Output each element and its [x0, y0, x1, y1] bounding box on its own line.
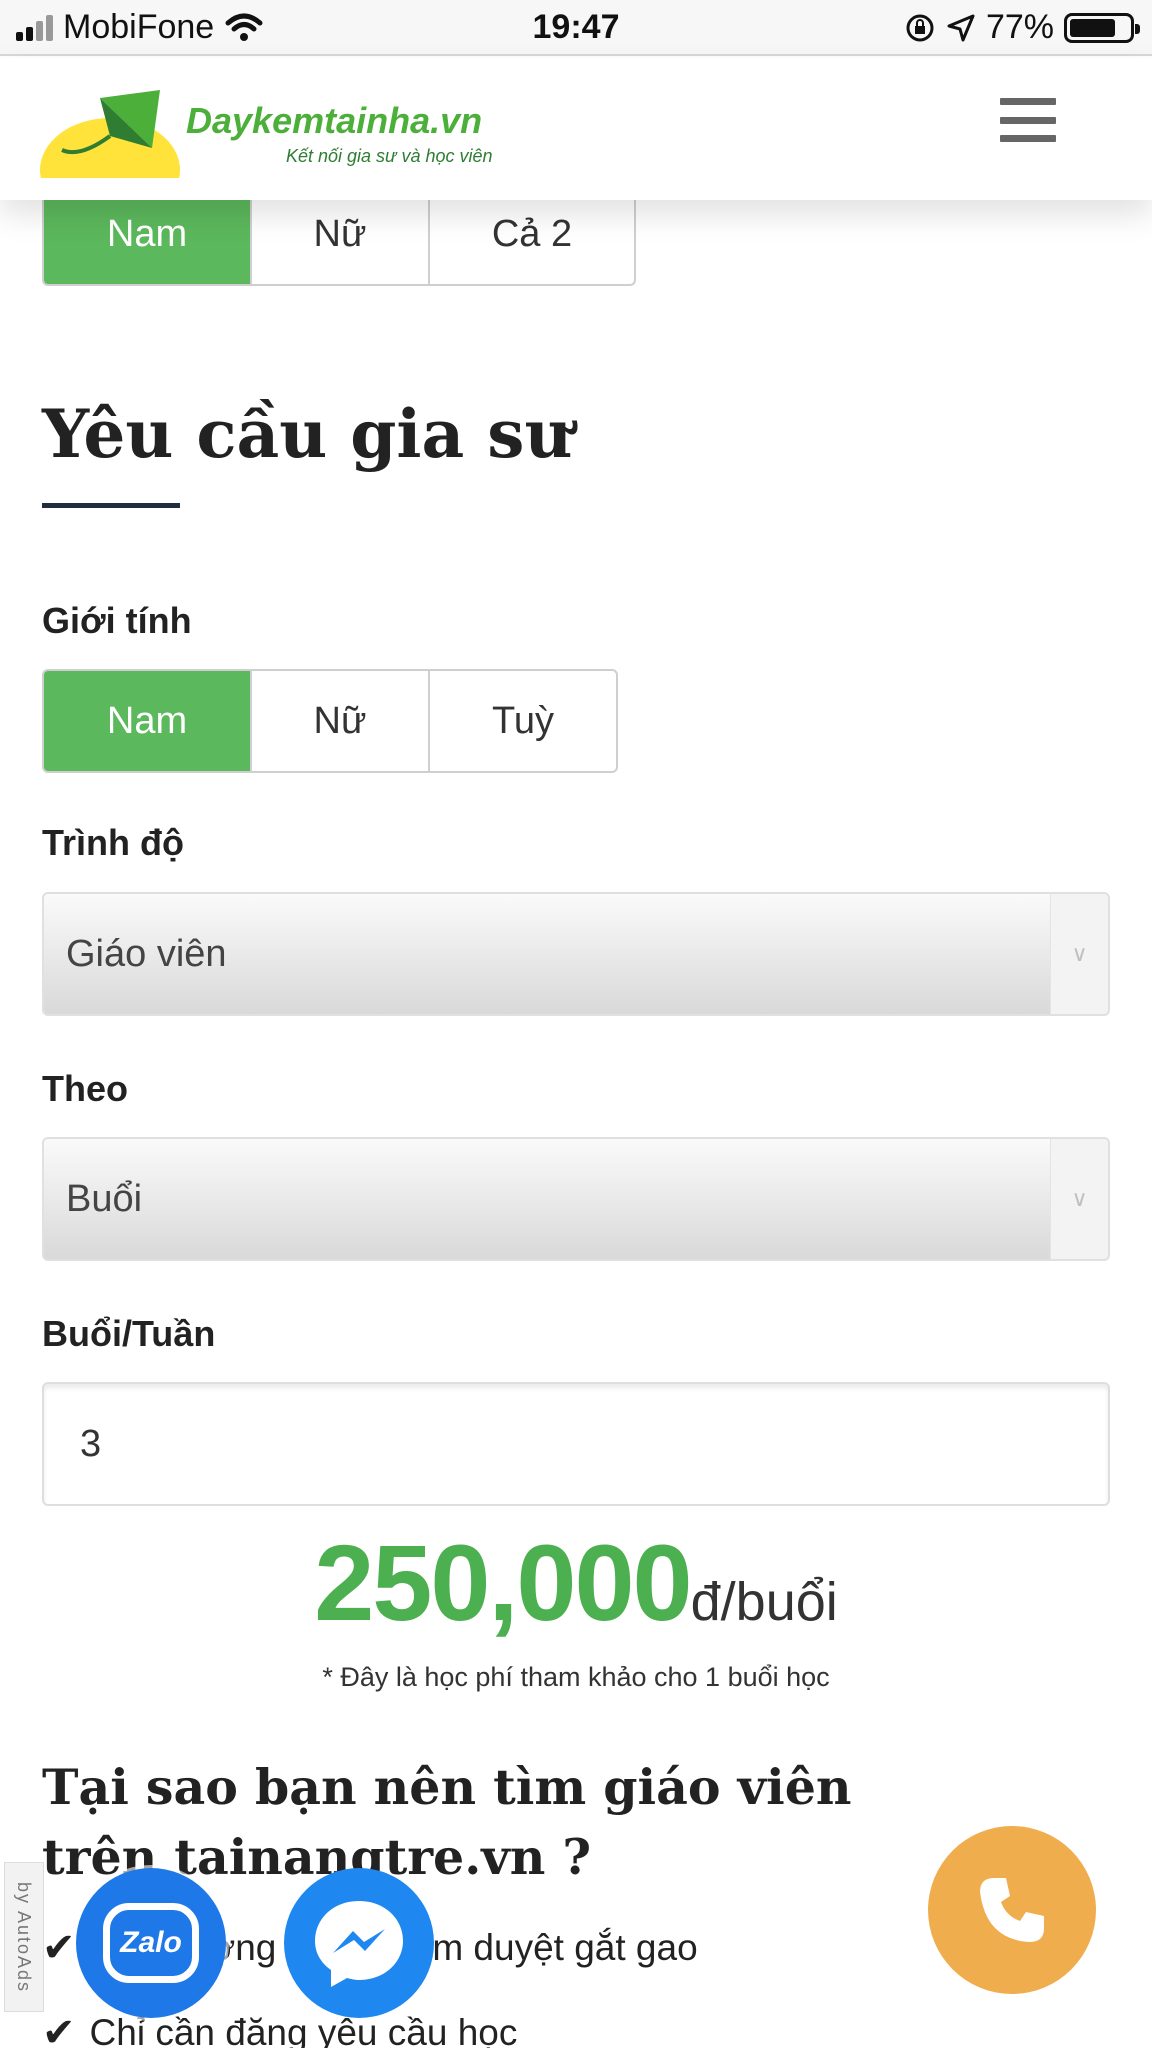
level-select[interactable]: Giáo viên ∨ — [42, 892, 1110, 1016]
hamburger-menu-icon[interactable] — [1000, 98, 1056, 142]
gender-label: Giới tính — [42, 600, 192, 641]
autoads-label: by AutoAds — [14, 1881, 35, 1993]
chevron-down-icon: ∨ — [1050, 894, 1108, 1014]
status-right: 77% — [904, 8, 1140, 47]
gender-option-male[interactable]: Nam — [44, 671, 252, 771]
battery-icon — [1064, 12, 1140, 43]
why-item: ✔ Chỉ cần đăng yêu cầu học — [42, 2010, 517, 2048]
zalo-icon: Zalo — [103, 1903, 199, 1983]
sessions-input[interactable] — [44, 1384, 1108, 1504]
check-icon: ✔ — [42, 2011, 76, 2048]
chevron-down-icon: ∨ — [1050, 1139, 1108, 1259]
zalo-chat-button[interactable]: Zalo — [76, 1868, 226, 2018]
logo-title: Daykemtainha.vn — [186, 99, 483, 141]
zalo-label: Zalo — [120, 1926, 182, 1959]
kite-logo-icon — [40, 90, 180, 178]
price-unit: đ/buổi — [690, 1572, 838, 1632]
price-note: * Đây là học phí tham khảo cho 1 buổi họ… — [322, 1662, 830, 1692]
gender-segment: Nam Nữ Tuỳ — [42, 669, 618, 773]
autoads-badge: by AutoAds — [4, 1862, 44, 2012]
check-icon: ✔ — [42, 1926, 76, 1970]
messenger-icon — [315, 1901, 403, 1987]
page-title: Yêu cầu gia sư — [42, 395, 573, 473]
by-label: Theo — [42, 1068, 128, 1109]
title-underline — [42, 503, 180, 508]
battery-percent: 77% — [985, 8, 1054, 46]
price-amount: 250,000 — [314, 1522, 692, 1643]
site-logo[interactable]: Daykemtainha.vn Kết nối gia sư và học vi… — [40, 88, 493, 178]
price-display: 250,000đ/buổi — [0, 1520, 1152, 1645]
by-select-value: Buổi — [66, 1177, 143, 1220]
by-select[interactable]: Buổi ∨ — [42, 1137, 1110, 1261]
logo-subtitle: Kết nối gia sư và học viên — [286, 145, 493, 166]
site-header: Daykemtainha.vn Kết nối gia sư và học vi… — [0, 58, 1152, 200]
location-arrow-icon — [947, 14, 975, 41]
messenger-chat-button[interactable] — [284, 1868, 434, 2018]
rotation-lock-icon — [906, 14, 934, 41]
gender-option-female[interactable]: Nữ — [252, 671, 430, 771]
level-select-value: Giáo viên — [66, 932, 227, 975]
status-bar: MobiFone 19:47 77% — [0, 0, 1152, 56]
phone-icon — [980, 1878, 1044, 1942]
gender-option-any[interactable]: Tuỳ — [430, 671, 616, 771]
call-button[interactable] — [928, 1826, 1096, 1994]
sessions-label: Buổi/Tuần — [42, 1313, 216, 1354]
sessions-input-wrapper — [42, 1382, 1110, 1506]
level-label: Trình độ — [42, 822, 184, 863]
